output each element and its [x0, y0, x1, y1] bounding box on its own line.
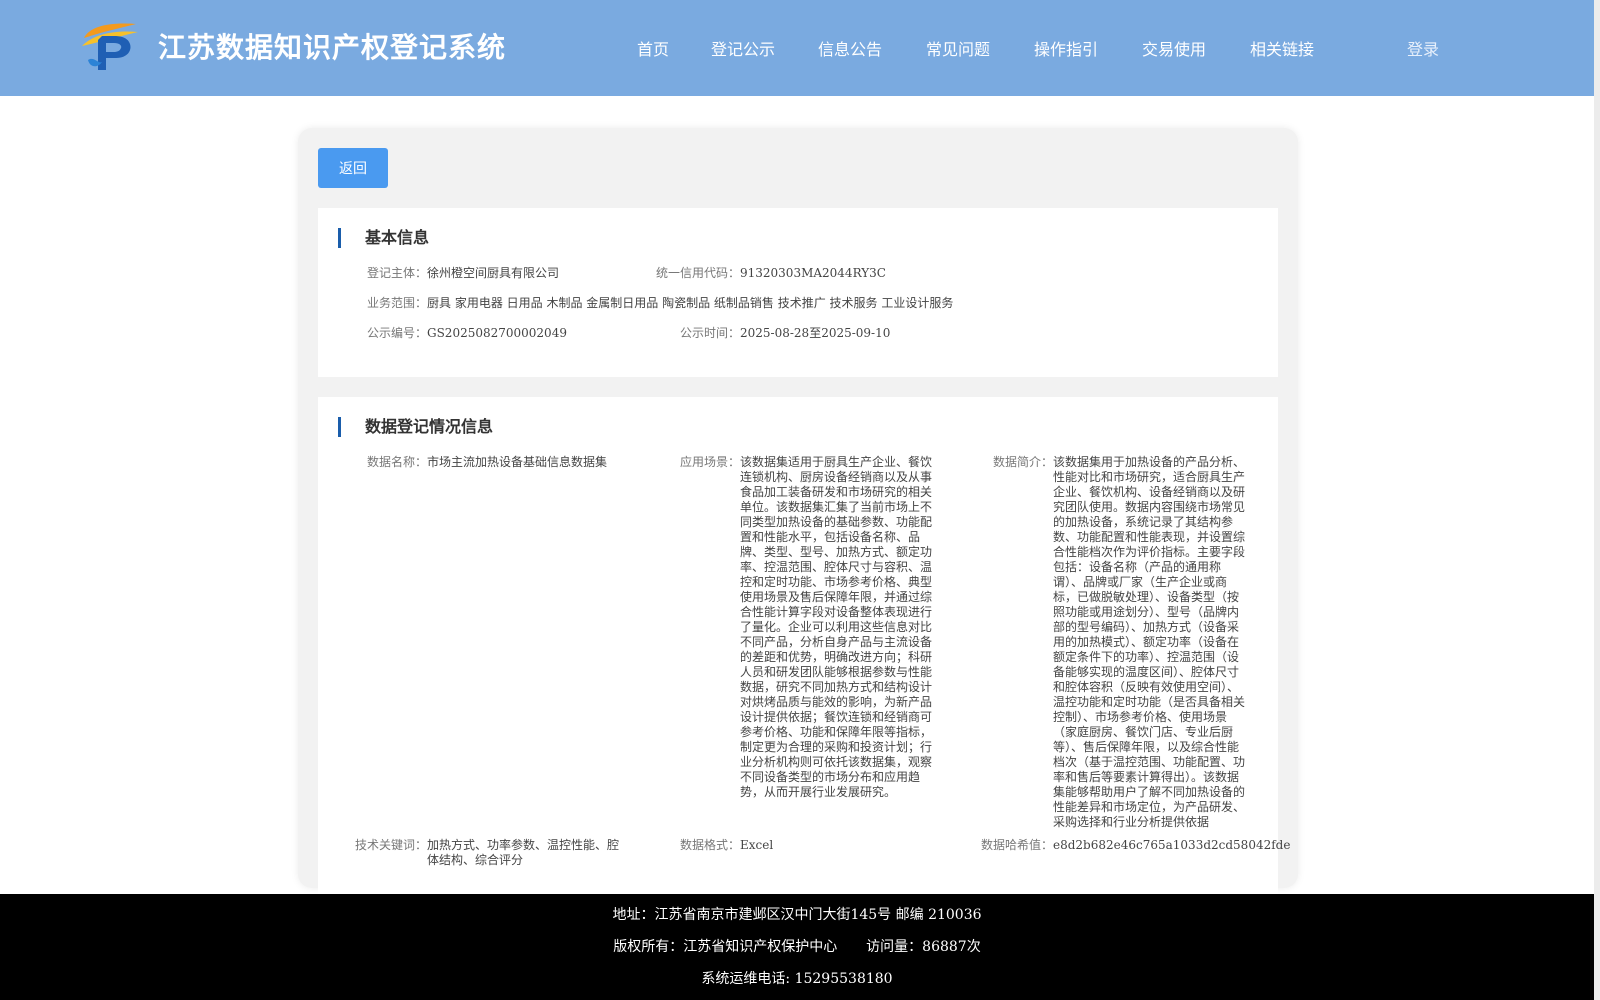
- field-value: 该数据集用于加热设备的产品分析、性能对比和市场研究，适合厨具生产企业、餐饮机构、…: [1053, 455, 1246, 829]
- field-value: 2025-08-28至2025-09-10: [740, 326, 891, 340]
- basic-info-card: 基本信息 登记主体： 徐州橙空间厨具有限公司 统一信用代码： 91320303M…: [318, 208, 1278, 377]
- field-value: GS2025082700002049: [427, 326, 567, 340]
- scrollbar-track[interactable]: [1594, 0, 1600, 1000]
- nav-related-links[interactable]: 相关链接: [1250, 36, 1314, 60]
- field-value: 加热方式、功率参数、温控性能、腔体结构、综合评分: [427, 838, 620, 867]
- nav-faq[interactable]: 常见问题: [926, 36, 990, 60]
- field-label: 数据简介：: [992, 455, 1053, 469]
- field-label: 应用场景：: [679, 455, 740, 469]
- nav-info-announcement[interactable]: 信息公告: [818, 36, 882, 60]
- login-link[interactable]: 登录: [1407, 36, 1439, 60]
- footer-visit-count: 访问量：86887次: [866, 939, 981, 955]
- field-label: 登记主体：: [366, 266, 427, 280]
- field-label: 数据名称：: [366, 455, 427, 469]
- site-logo-icon[interactable]: [80, 20, 140, 72]
- field-label: 公示编号：: [366, 326, 427, 340]
- nav-home[interactable]: 首页: [637, 36, 669, 60]
- footer-phone: 系统运维电话: 15295538180: [701, 971, 893, 987]
- field-value: 徐州橙空间厨具有限公司: [427, 266, 560, 280]
- field-label: 业务范围：: [366, 296, 427, 310]
- nav-trade-use[interactable]: 交易使用: [1142, 36, 1206, 60]
- footer-address: 地址：江苏省南京市建邺区汉中门大街145号 邮编 210036: [612, 907, 982, 923]
- field-label: 技术关键词：: [354, 838, 427, 852]
- field-value: 该数据集适用于厨具生产企业、餐饮连锁机构、厨房设备经销商以及从事食品加工装备研发…: [740, 455, 933, 799]
- field-value: Excel: [740, 838, 774, 852]
- field-label: 公示时间：: [679, 326, 740, 340]
- field-label: 数据哈希值：: [980, 838, 1053, 852]
- footer-copyright-line: 版权所有：江苏省知识产权保护中心 访问量：86887次: [0, 936, 1594, 956]
- field-label: 数据格式：: [679, 838, 740, 852]
- field-value: e8d2b682e46c765a1033d2cd58042fde: [1053, 838, 1291, 852]
- nav-guide[interactable]: 操作指引: [1034, 36, 1098, 60]
- section-title-data-registration: 数据登记情况信息: [338, 417, 493, 437]
- footer-copyright: 版权所有：江苏省知识产权保护中心: [613, 939, 838, 955]
- data-registration-card: 数据登记情况信息 数据名称： 市场主流加热设备基础信息数据集 应用场景： 该数据…: [318, 397, 1290, 897]
- nav-registration-notice[interactable]: 登记公示: [711, 36, 775, 60]
- field-value: 91320303MA2044RY3C: [740, 266, 886, 280]
- field-value: 市场主流加热设备基础信息数据集: [427, 455, 608, 469]
- field-label: 统一信用代码：: [655, 266, 740, 280]
- site-header: 江苏数据知识产权登记系统 首页 登记公示 信息公告 常见问题 操作指引 交易使用…: [0, 0, 1600, 96]
- back-button[interactable]: 返回: [318, 148, 388, 188]
- site-title: 江苏数据知识产权登记系统: [158, 31, 507, 64]
- site-footer: 地址：江苏省南京市建邺区汉中门大街145号 邮编 210036 版权所有：江苏省…: [0, 894, 1594, 1000]
- section-title-basic-info: 基本信息: [338, 228, 429, 248]
- field-value: 厨具 家用电器 日用品 木制品 金属制日用品 陶瓷制品 纸制品销售 技术推广 技…: [427, 296, 954, 310]
